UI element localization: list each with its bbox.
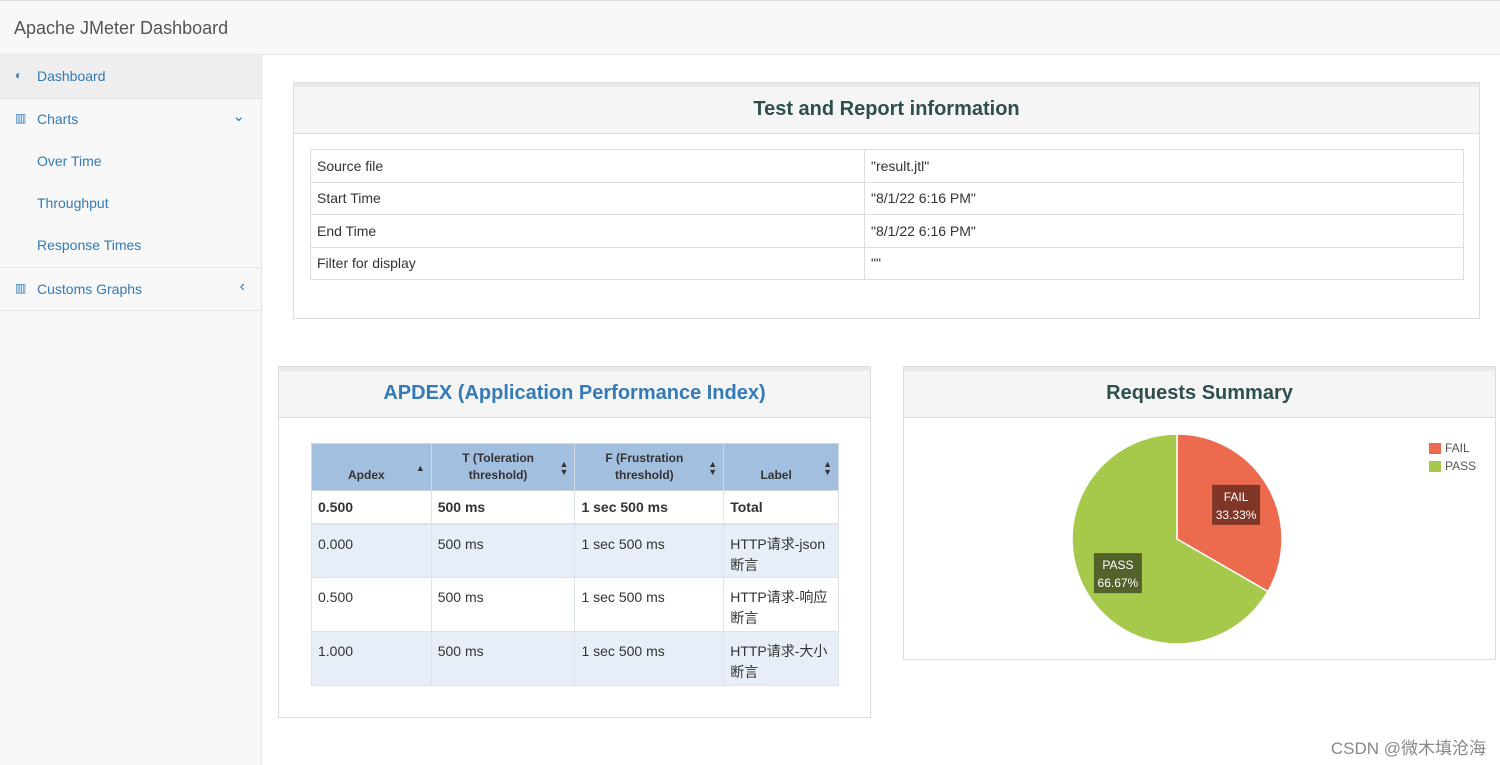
column-header-toleration[interactable]: T (Toleration threshold) ▲ ▼ (430, 443, 576, 491)
table-row: 0.500 500 ms 1 sec 500 ms HTTP请求-响应断言 (311, 577, 839, 632)
column-label: F (Frustration threshold) (605, 451, 684, 482)
requests-pie-chart: FAIL 33.33% PASS 66.67% (1071, 433, 1283, 645)
info-value: "result.jtl" (864, 149, 1464, 183)
sort-icon: ▲ ▼ (708, 459, 718, 477)
pie-label-value: 33.33% (1216, 508, 1257, 522)
column-label: Label (760, 468, 792, 482)
info-key: Filter for display (310, 246, 865, 280)
info-value: "" (864, 246, 1464, 280)
legend-swatch (1429, 443, 1441, 454)
cell-label: HTTP请求-大小断言 (723, 631, 839, 686)
info-key: Start Time (310, 181, 865, 215)
cell-toleration: 500 ms (430, 490, 576, 525)
cell-toleration: 500 ms (430, 577, 576, 632)
divider (0, 310, 261, 311)
pie-label-fail: FAIL 33.33% (1212, 484, 1261, 525)
cell-apdex: 1.000 (311, 631, 432, 686)
navbar: Apache JMeter Dashboard (0, 0, 1500, 55)
sort-icon: ▲ ▼ (823, 459, 832, 477)
pie-label-value: 66.67% (1098, 576, 1139, 590)
sidebar: ◐ Dashboard ▥ Charts ⌄ Over Time Through… (0, 55, 262, 765)
report-info-panel: Test and Report information Source file "… (293, 82, 1480, 319)
info-value: "8/1/22 6:16 PM" (864, 214, 1464, 248)
sort-icon: ▲ ▼ (559, 459, 569, 477)
info-key: End Time (310, 214, 865, 248)
cell-frustration: 1 sec 500 ms (574, 490, 725, 525)
legend-label: FAIL (1445, 441, 1470, 455)
dashboard-icon: ◐ (15, 68, 23, 82)
sort-asc-icon: ▲ (415, 463, 425, 473)
sidebar-item-label: Dashboard (37, 68, 106, 84)
table-row: Start Time "8/1/22 6:16 PM" (310, 181, 1464, 215)
report-info-title: Test and Report information (294, 83, 1479, 134)
watermark: CSDN @微木填沧海 (1330, 739, 1486, 758)
apdex-panel: APDEX (Application Performance Index) Ap… (278, 366, 871, 718)
apdex-table: Apdex ▲ T (Toleration threshold) ▲ ▼ F (Fru… (311, 443, 839, 686)
column-header-label[interactable]: Label ▲ ▼ (723, 443, 839, 491)
cell-frustration: 1 sec 500 ms (574, 523, 725, 578)
table-row: End Time "8/1/22 6:16 PM" (310, 214, 1464, 248)
sidebar-subitem-response-times[interactable]: Response Times (37, 237, 141, 253)
info-key: Source file (310, 149, 865, 183)
cell-toleration: 500 ms (430, 631, 576, 686)
chevron-left-icon: ‹ (239, 278, 245, 295)
table-row-total: 0.500 500 ms 1 sec 500 ms Total (311, 490, 839, 525)
legend-item-pass[interactable]: PASS (1429, 457, 1476, 475)
requests-summary-panel: Requests Summary FAIL 33.33% PASS 66.67% FA… (903, 366, 1496, 660)
sidebar-item-label: Customs Graphs (37, 281, 143, 297)
cell-apdex: 0.500 (311, 490, 432, 525)
bar-chart-icon: ▥ (15, 111, 27, 125)
cell-frustration: 1 sec 500 ms (574, 631, 725, 686)
table-row: 1.000 500 ms 1 sec 500 ms HTTP请求-大小断言 (311, 631, 839, 686)
cell-frustration: 1 sec 500 ms (574, 577, 725, 632)
chart-legend: FAIL PASS (1429, 439, 1476, 475)
cell-label: HTTP请求-json断言 (723, 523, 839, 578)
sidebar-item-customs-graphs[interactable]: ▥ Customs Graphs ‹ (0, 268, 261, 310)
apdex-title: APDEX (Application Performance Index) (279, 367, 870, 418)
cell-apdex: 0.500 (311, 577, 432, 632)
column-header-frustration[interactable]: F (Frustration threshold) ▲ ▼ (574, 443, 725, 491)
sidebar-item-label: Charts (37, 111, 79, 127)
report-info-table: Source file "result.jtl" Start Time "8/1/22… (310, 149, 1464, 280)
legend-item-fail[interactable]: FAIL (1429, 439, 1476, 457)
table-row: 0.000 500 ms 1 sec 500 ms HTTP请求-json断言 (311, 523, 839, 578)
pie-label-name: FAIL (1224, 490, 1249, 504)
legend-swatch (1429, 461, 1441, 472)
table-row: Source file "result.jtl" (310, 149, 1464, 183)
column-label: Apdex (348, 468, 385, 482)
pie-label-pass: PASS 66.67% (1093, 553, 1142, 594)
cell-label: HTTP请求-响应断言 (723, 577, 839, 632)
column-label: T (Toleration threshold) (462, 451, 534, 482)
chevron-down-icon: ⌄ (232, 108, 245, 125)
pie-label-name: PASS (1102, 558, 1133, 572)
sidebar-item-charts[interactable]: ▥ Charts ⌄ (0, 99, 261, 141)
cell-toleration: 500 ms (430, 523, 576, 578)
sidebar-item-dashboard[interactable]: ◐ Dashboard (0, 55, 261, 98)
cell-label: Total (723, 490, 839, 525)
table-row: Filter for display "" (310, 246, 1464, 280)
sidebar-subitem-over-time[interactable]: Over Time (37, 153, 102, 169)
info-value: "8/1/22 6:16 PM" (864, 181, 1464, 215)
requests-summary-title: Requests Summary (904, 367, 1495, 418)
app-title[interactable]: Apache JMeter Dashboard (14, 18, 228, 39)
cell-apdex: 0.000 (311, 523, 432, 578)
sidebar-subitem-throughput[interactable]: Throughput (37, 195, 109, 211)
bar-chart-icon: ▥ (15, 281, 27, 295)
legend-label: PASS (1445, 459, 1477, 473)
column-header-apdex[interactable]: Apdex ▲ (311, 443, 432, 491)
